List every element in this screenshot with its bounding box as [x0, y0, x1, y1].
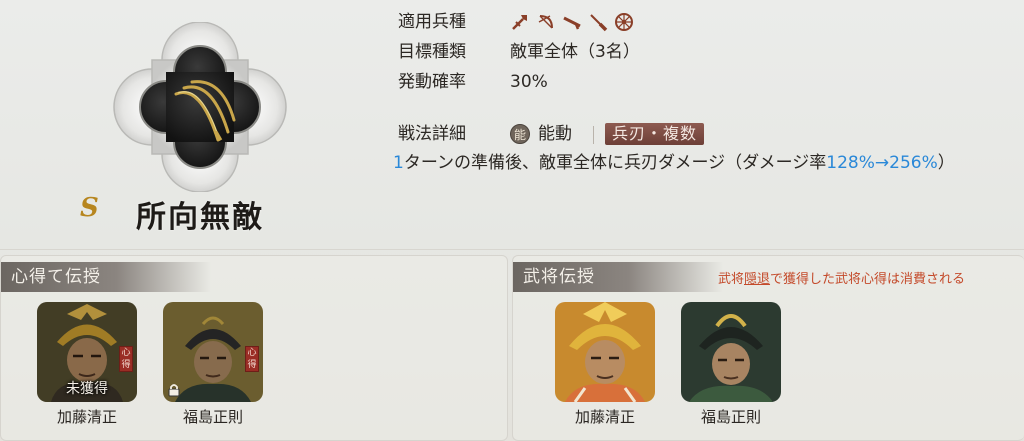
general-name: 福島正則: [700, 408, 761, 426]
general-inherit-panel: 武将伝授 武将隠退で獲得した武将心得は消費される 加藤清正 福島正則: [512, 255, 1024, 441]
rate-label: 発動確率: [398, 72, 466, 92]
cart-wheel-icon: [614, 12, 634, 32]
retire-note: 武将隠退で獲得した武将心得は消費される: [718, 268, 965, 287]
skill-name: 所向無敵: [136, 200, 264, 235]
general-name: 加藤清正: [574, 408, 635, 426]
ability-badge-icon: 能: [510, 124, 530, 144]
spear-icon: [510, 12, 530, 32]
desc-suffix: ）: [937, 153, 955, 173]
skill-emblem: [100, 21, 300, 193]
bow-icon: [536, 12, 556, 32]
troop-icons: [510, 12, 634, 32]
seal-badge: 心得: [119, 346, 133, 372]
portrait-fukushima[interactable]: [681, 302, 781, 402]
seal-badge: 心得: [245, 346, 259, 372]
divider: [593, 126, 594, 144]
desc-main-text: ターンの準備後、敵軍全体に兵刃ダメージ（ダメージ率: [403, 153, 827, 173]
target-value: 敵軍全体（3名）: [510, 42, 640, 62]
detail-label: 戦法詳細: [398, 124, 466, 144]
note-pre: 武将: [718, 272, 745, 287]
section-divider: [0, 249, 1024, 250]
rate-value: 30%: [510, 72, 548, 92]
acquire-status: 未獲得: [66, 381, 108, 397]
blade-icon: [588, 12, 608, 32]
target-label: 目標種類: [398, 42, 466, 62]
general-inherit-panel-title: 武将伝授: [513, 262, 723, 292]
damage-tag: 兵刃・複数: [605, 123, 705, 145]
general-name: 加藤清正: [56, 408, 117, 426]
lock-icon: [167, 382, 181, 397]
desc-damage-rate: 128%→256%: [826, 153, 938, 173]
gun-icon: [562, 12, 582, 32]
inherit-panel-title: 心得て伝授: [1, 262, 211, 292]
inherit-panel: 心得て伝授 心得 未獲得 加藤清正 心得 福島正則: [0, 255, 508, 441]
desc-turn-count: 1: [393, 153, 404, 173]
note-post: で獲得した武将心得は消費される: [770, 272, 966, 287]
katana-emblem-icon: [113, 21, 287, 193]
skill-description: 1ターンの準備後、敵軍全体に兵刃ダメージ（ダメージ率128%→256%）: [393, 150, 1013, 176]
skill-rank: S: [80, 193, 99, 223]
retire-link[interactable]: 隠退: [744, 272, 770, 287]
general-name: 福島正則: [182, 408, 243, 426]
troop-label: 適用兵種: [398, 12, 466, 32]
portrait-kato[interactable]: [555, 302, 655, 402]
ability-type: 能動: [538, 124, 572, 144]
